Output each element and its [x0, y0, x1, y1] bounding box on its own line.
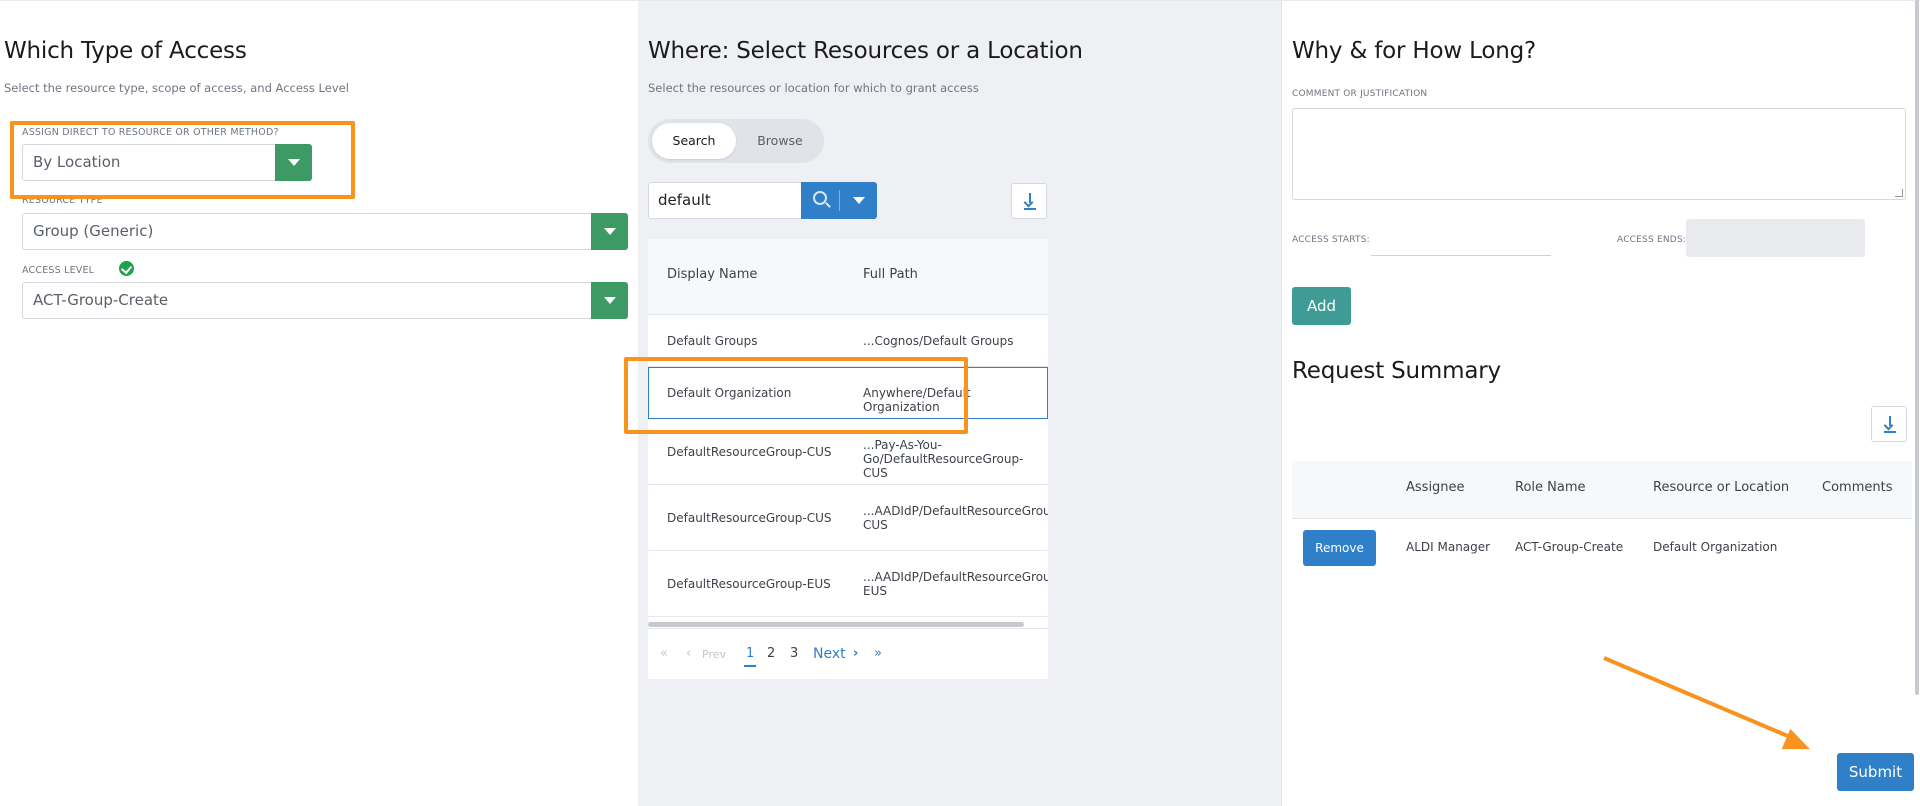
column-resource-or-location[interactable]: Resource or Location — [1653, 480, 1789, 495]
chevron-down-icon[interactable] — [853, 197, 865, 204]
column-full-path[interactable]: Full Path — [863, 267, 918, 282]
page-3-link[interactable]: 3 — [790, 646, 798, 661]
search-browse-toggle: Search Browse — [648, 119, 824, 163]
table-row[interactable]: DefaultResourceGroup-EUS ...AADIdP/Defau… — [648, 551, 1048, 617]
results-table-header: Display Name Full Path — [648, 239, 1048, 315]
tab-search[interactable]: Search — [652, 123, 736, 159]
tab-browse[interactable]: Browse — [740, 123, 820, 159]
access-starts-label: ACCESS STARTS: — [1292, 235, 1370, 245]
where-panel: Where: Select Resources or a Location Se… — [624, 1, 1281, 806]
vertical-scrollbar[interactable] — [1915, 0, 1919, 695]
remove-button[interactable]: Remove — [1303, 530, 1376, 566]
search-icon[interactable] — [813, 191, 827, 205]
access-type-panel: Which Type of Access Select the resource… — [0, 1, 638, 806]
column-comments[interactable]: Comments — [1822, 480, 1892, 495]
summary-table-header: Assignee Role Name Resource or Location … — [1292, 461, 1912, 519]
where-subtitle: Select the resources or location for whi… — [648, 81, 979, 95]
access-ends-input[interactable] — [1686, 219, 1865, 257]
download-icon — [1883, 416, 1896, 433]
why-title: Why & for How Long? — [1292, 38, 1536, 64]
row-display-name: DefaultResourceGroup-EUS — [667, 577, 831, 591]
access-ends-label: ACCESS ENDS: — [1617, 235, 1687, 245]
summary-role: ACT-Group-Create — [1515, 540, 1624, 554]
double-chevron-left-icon[interactable]: « — [660, 646, 668, 661]
resource-type-select[interactable]: Group (Generic) — [22, 213, 628, 250]
next-page-link[interactable]: Next — [813, 646, 846, 662]
submit-button[interactable]: Submit — [1837, 753, 1914, 791]
row-full-path: ...Pay-As-You-Go/DefaultResourceGroup-CU… — [863, 438, 1024, 480]
access-type-title: Which Type of Access — [4, 38, 247, 64]
prev-page-link[interactable]: Prev — [702, 648, 726, 661]
check-circle-icon — [119, 261, 134, 276]
chevron-down-icon[interactable] — [591, 282, 628, 319]
summary-resource: Default Organization — [1653, 540, 1778, 554]
row-full-path: ...AADIdP/DefaultResourceGroup-EUS — [863, 570, 1048, 598]
chevron-right-icon[interactable]: › — [853, 646, 858, 661]
comment-textarea[interactable] — [1292, 108, 1906, 200]
why-panel: Why & for How Long? COMMENT OR JUSTIFICA… — [1281, 1, 1920, 806]
search-button[interactable] — [801, 182, 877, 219]
pagination: « ‹ Prev 1 2 3 Next › » — [648, 628, 1048, 679]
page: Which Type of Access Select the resource… — [0, 0, 1920, 806]
button-divider — [839, 190, 840, 211]
row-display-name: Default Groups — [667, 334, 758, 348]
search-input[interactable]: default — [658, 183, 711, 218]
export-summary-button[interactable] — [1871, 406, 1907, 442]
page-1-link[interactable]: 1 — [744, 646, 757, 667]
chevron-down-icon[interactable] — [591, 213, 628, 250]
where-title: Where: Select Resources or a Location — [648, 38, 1083, 64]
access-starts-input[interactable] — [1371, 255, 1551, 256]
row-full-path: ...AADIdP/DefaultResourceGroup-CUS — [863, 504, 1048, 532]
resource-search: default — [648, 182, 877, 219]
summary-assignee: ALDI Manager — [1406, 540, 1491, 554]
add-button[interactable]: Add — [1292, 287, 1351, 325]
resource-type-value: Group (Generic) — [33, 222, 154, 240]
download-icon — [1023, 193, 1036, 210]
chevron-left-icon[interactable]: ‹ — [686, 646, 691, 661]
column-display-name[interactable]: Display Name — [667, 267, 757, 282]
comment-label: COMMENT OR JUSTIFICATION — [1292, 89, 1428, 99]
request-summary-title: Request Summary — [1292, 358, 1501, 384]
access-type-subtitle: Select the resource type, scope of acces… — [4, 81, 349, 95]
page-2-link[interactable]: 2 — [767, 646, 775, 661]
access-level-label: ACCESS LEVEL — [22, 265, 95, 276]
access-level-value: ACT-Group-Create — [33, 291, 169, 309]
column-role-name[interactable]: Role Name — [1515, 480, 1586, 495]
resize-handle[interactable] — [1895, 189, 1903, 197]
highlight-box — [624, 357, 968, 434]
export-results-button[interactable] — [1011, 183, 1047, 219]
row-full-path: ...Cognos/Default Groups — [863, 334, 1014, 348]
column-assignee[interactable]: Assignee — [1406, 480, 1465, 495]
access-level-select[interactable]: ACT-Group-Create — [22, 282, 628, 319]
row-display-name: DefaultResourceGroup-CUS — [667, 511, 832, 525]
double-chevron-right-icon[interactable]: » — [874, 646, 882, 661]
horizontal-scrollbar[interactable] — [648, 622, 1024, 627]
table-row[interactable]: DefaultResourceGroup-CUS ...AADIdP/Defau… — [648, 485, 1048, 551]
row-display-name: DefaultResourceGroup-CUS — [667, 445, 832, 459]
highlight-box — [10, 121, 355, 199]
